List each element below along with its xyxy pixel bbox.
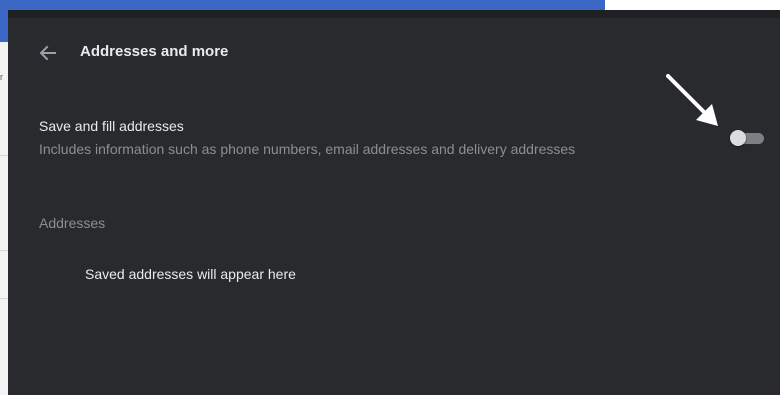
setting-title: Save and fill addresses <box>39 118 184 134</box>
background-window-bar-light <box>0 0 605 10</box>
save-addresses-toggle[interactable] <box>730 130 764 146</box>
settings-panel: Addresses and more Save and fill address… <box>8 10 780 395</box>
page-title: Addresses and more <box>80 43 229 60</box>
empty-addresses-message: Saved addresses will appear here <box>85 266 296 282</box>
toggle-knob <box>730 130 746 146</box>
background-divider <box>0 298 8 299</box>
background-divider <box>0 155 8 156</box>
background-blue-bar <box>0 10 8 42</box>
back-arrow-icon[interactable] <box>38 44 58 62</box>
setting-description: Includes information such as phone numbe… <box>39 141 576 157</box>
annotation-arrow-icon <box>658 68 728 138</box>
background-glyph: r <box>0 72 3 82</box>
background-page-edge: r <box>0 10 8 395</box>
background-divider <box>0 250 8 251</box>
addresses-section-label: Addresses <box>39 215 106 231</box>
